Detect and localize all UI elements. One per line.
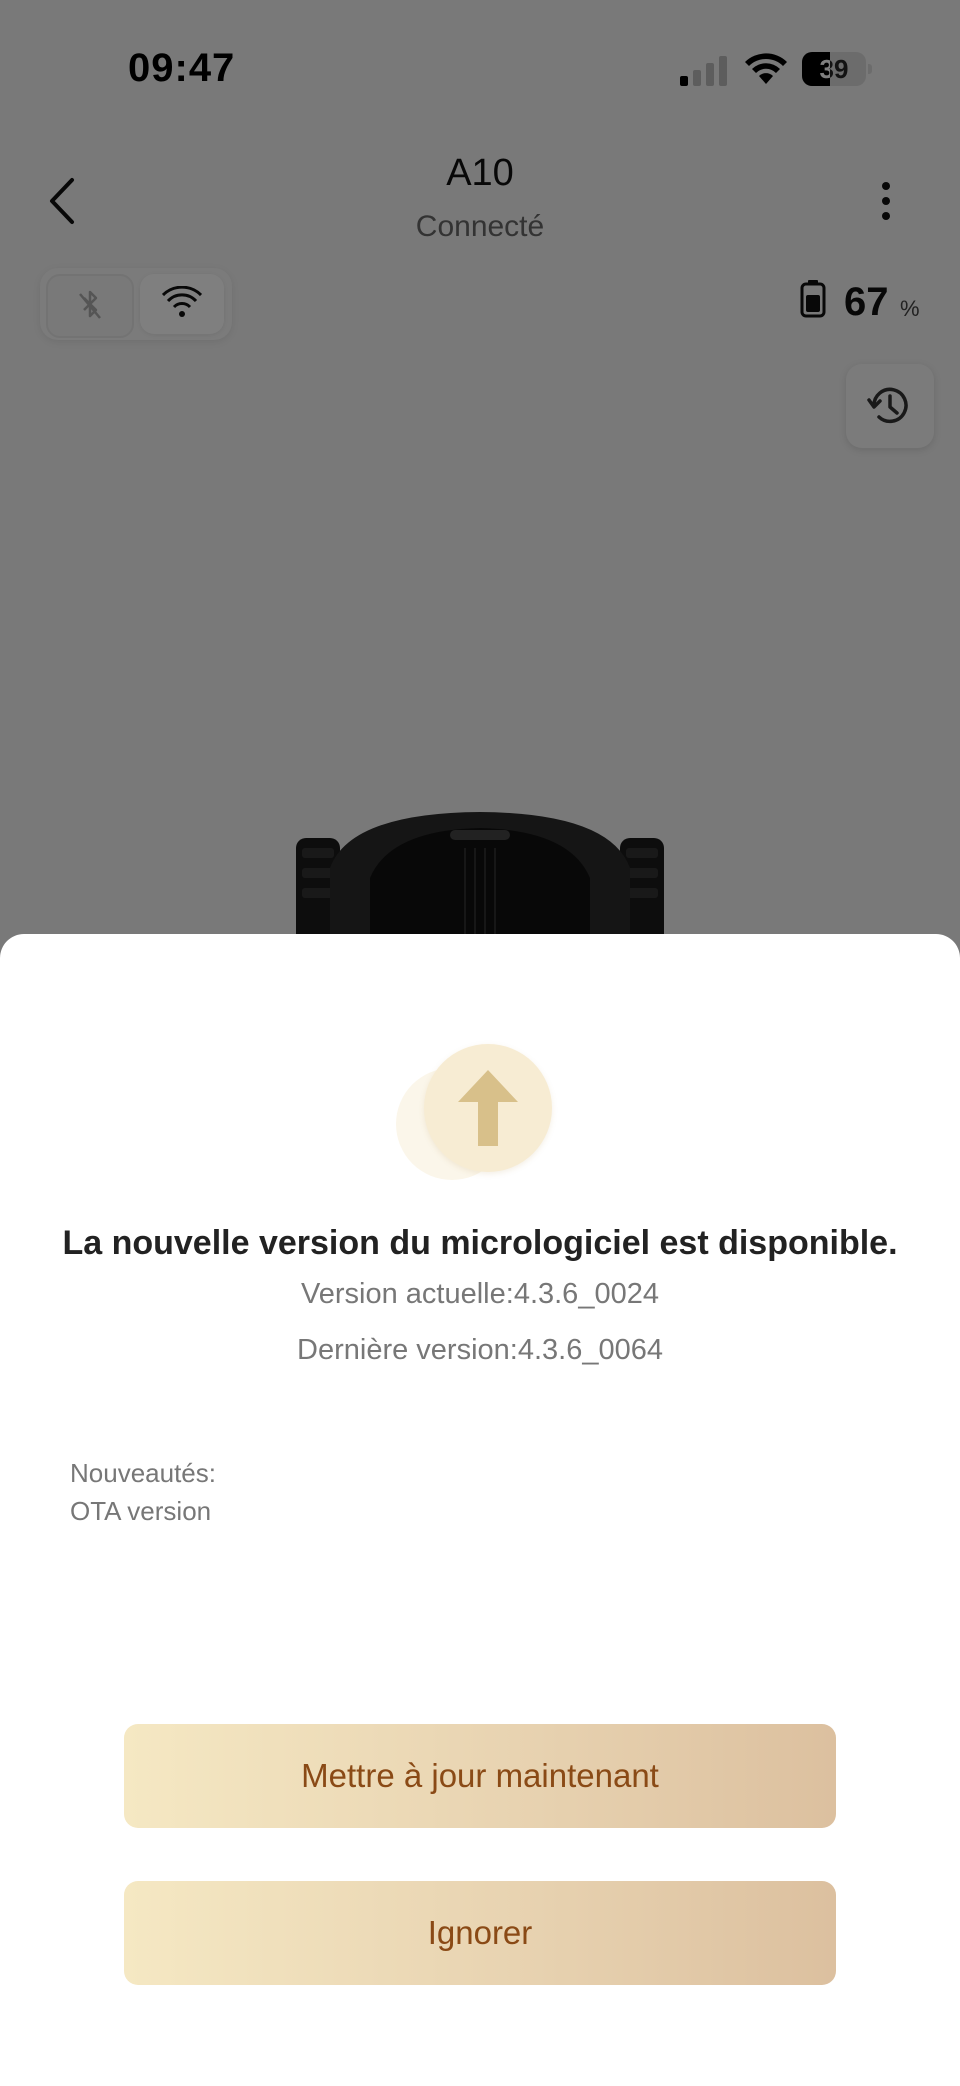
firmware-update-sheet: La nouvelle version du micrologiciel est… bbox=[0, 934, 960, 2086]
release-notes-text: OTA version bbox=[70, 1496, 212, 1526]
update-now-button[interactable]: Mettre à jour maintenant bbox=[124, 1724, 836, 1828]
latest-version: Dernière version:4.3.6_0064 bbox=[297, 1334, 663, 1366]
update-title: La nouvelle version du micrologiciel est… bbox=[62, 1224, 898, 1262]
release-notes-label: Nouveautés: bbox=[70, 1458, 216, 1488]
upload-arrow-icon bbox=[396, 1038, 556, 1188]
ignore-button[interactable]: Ignorer bbox=[124, 1881, 836, 1985]
current-version: Version actuelle:4.3.6_0024 bbox=[301, 1278, 659, 1310]
